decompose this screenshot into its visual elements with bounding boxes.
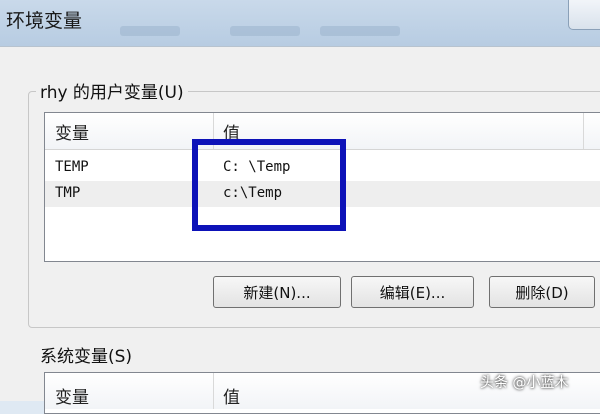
blurred-bg-text — [320, 26, 400, 36]
watermark: 头条 @小蓝木 — [480, 375, 569, 391]
highlight-annotation — [192, 139, 346, 231]
delete-button[interactable]: 删除(D) — [489, 276, 595, 308]
window-title: 环境变量 — [6, 10, 83, 32]
column-divider[interactable] — [583, 113, 584, 149]
column-divider[interactable] — [213, 373, 214, 409]
column-header-value[interactable]: 值 — [223, 383, 240, 408]
new-button[interactable]: 新建(N)... — [213, 276, 341, 308]
variable-name: TEMP — [55, 159, 89, 175]
system-vars-label: 系统变量(S) — [36, 342, 137, 367]
variable-name: TMP — [55, 185, 81, 201]
user-vars-label: rhy 的用户变量(U) — [36, 78, 188, 103]
blurred-bg-text — [120, 26, 180, 36]
blurred-bg-text — [230, 26, 300, 36]
close-button[interactable] — [568, 0, 600, 30]
title-bar — [0, 0, 600, 46]
column-header-variable[interactable]: 变量 — [55, 119, 89, 144]
edit-button[interactable]: 编辑(E)... — [351, 276, 474, 308]
column-header-variable[interactable]: 变量 — [55, 383, 89, 408]
